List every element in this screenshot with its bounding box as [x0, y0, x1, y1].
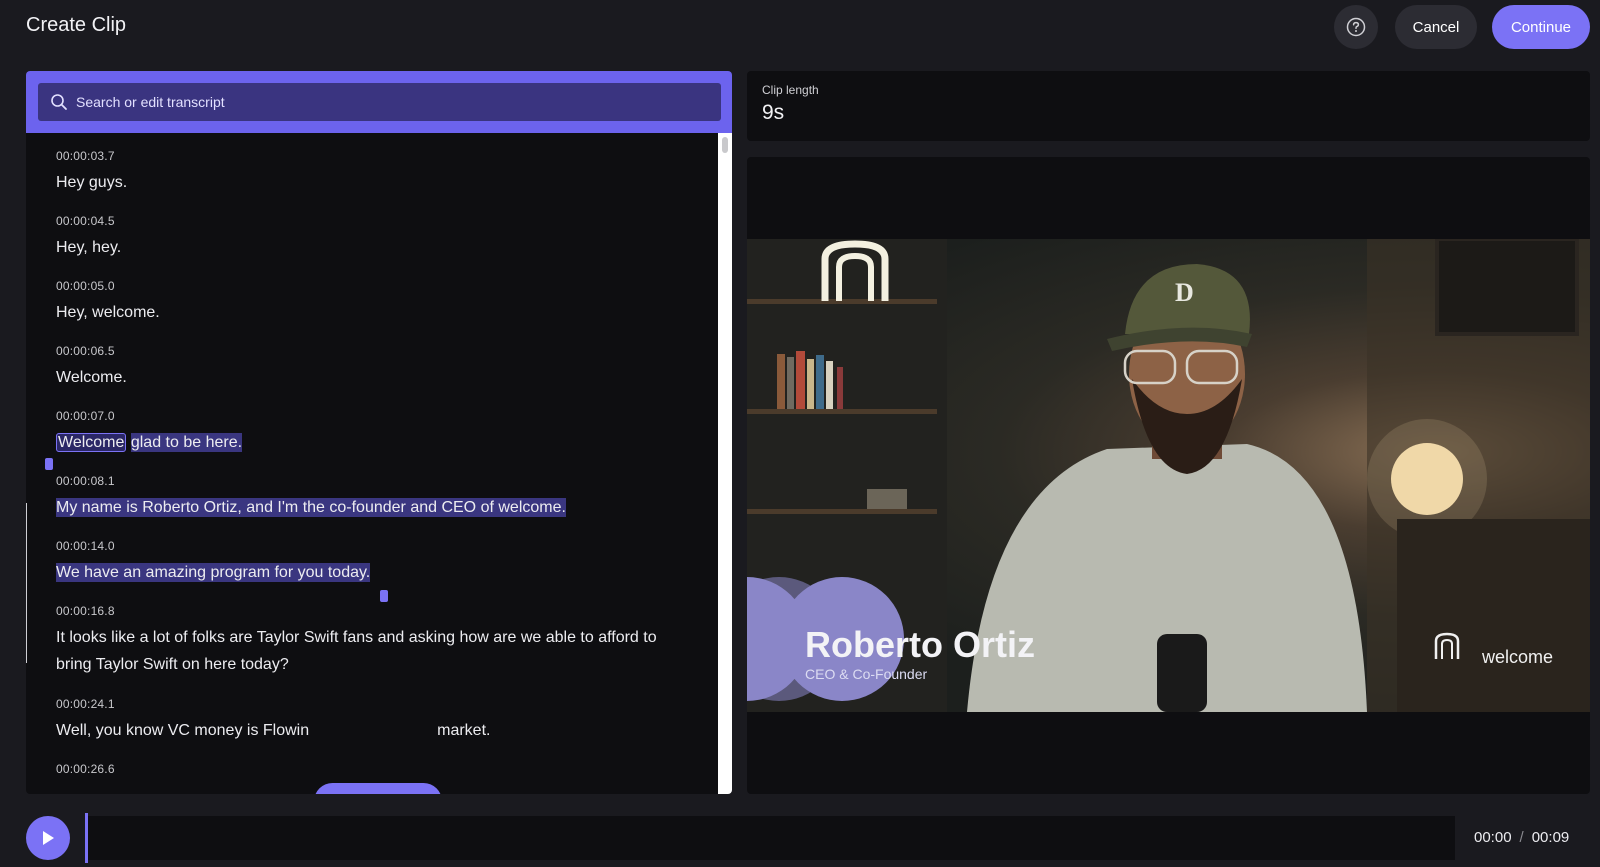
transcript-list[interactable]: 00:00:03.7 Hey guys. 00:00:04.5 Hey, hey… [26, 133, 716, 794]
segment-text[interactable]: It looks like a lot of folks are Taylor … [56, 624, 657, 651]
timeline-track[interactable] [85, 816, 1455, 860]
video-preview[interactable]: D Roberto Ortiz CEO & Co-Founder welcome [747, 239, 1590, 712]
transcript-segment[interactable]: 00:00:06.5 Welcome. [56, 344, 127, 391]
transcript-segment[interactable]: 00:00:26.6 [56, 762, 115, 776]
transcript-panel: 00:00:03.7 Hey guys. 00:00:04.5 Hey, hey… [26, 71, 732, 794]
selected-text[interactable]: glad to be here. [130, 433, 243, 452]
segment-timestamp: 00:00:07.0 [56, 409, 115, 423]
play-button[interactable] [26, 816, 70, 860]
page-title: Create Clip [26, 14, 127, 36]
speaker-title: CEO & Co-Founder [805, 666, 928, 682]
segment-text-before[interactable]: Well, you know VC money is Flowin [56, 722, 309, 739]
time-readout: 00:00 / 00:09 [1474, 829, 1569, 846]
clip-length-panel: Clip length 9s [747, 71, 1590, 141]
scrollbar-track[interactable] [718, 133, 732, 794]
segment-text[interactable]: Hey, hey. [56, 234, 121, 261]
transcript-segment[interactable]: 00:00:04.5 Hey, hey. [56, 214, 121, 261]
continue-button[interactable]: Continue [1492, 5, 1590, 49]
transcript-segment[interactable]: 00:00:03.7 Hey guys. [56, 149, 127, 196]
search-bar [26, 71, 732, 133]
segment-text[interactable]: Hey, welcome. [56, 299, 160, 326]
question-circle-icon [1346, 17, 1366, 37]
segment-timestamp: 00:00:14.0 [56, 539, 115, 553]
player-controls: 00:00 / 00:09 [0, 808, 1600, 867]
play-icon [43, 831, 54, 845]
segment-timestamp: 00:00:06.5 [56, 344, 115, 358]
selection-end-handle[interactable] [380, 590, 388, 602]
search-input[interactable] [76, 94, 696, 110]
segment-text[interactable]: Hey guys. [56, 169, 127, 196]
total-time: 00:09 [1531, 829, 1570, 846]
clip-length-label: Clip length [762, 83, 819, 97]
segment-timestamp: 00:00:16.8 [56, 604, 115, 618]
segment-text-after[interactable]: market. [437, 722, 490, 739]
segment-text[interactable]: We have an amazing program for you today… [56, 559, 371, 586]
segment-timestamp: 00:00:03.7 [56, 149, 115, 163]
transcript-segment[interactable]: 00:00:16.8 It looks like a lot of folks … [56, 604, 657, 678]
segment-text[interactable]: Well, you know VC money is Flowin market. [56, 717, 490, 744]
brand-logo-text: welcome [1482, 647, 1554, 667]
playhead[interactable] [85, 813, 88, 863]
selection-indicator [26, 503, 27, 663]
selection-start-handle[interactable] [45, 458, 53, 470]
header: Create Clip Cancel Continue [0, 0, 1600, 60]
segment-timestamp: 00:00:08.1 [56, 474, 115, 488]
selected-word-start[interactable]: Welcome [56, 433, 127, 452]
current-time: 00:00 [1474, 829, 1512, 846]
clip-length-value: 9s [762, 101, 785, 124]
cancel-button[interactable]: Cancel [1395, 5, 1477, 49]
time-separator: / [1519, 829, 1524, 846]
video-panel: D Roberto Ortiz CEO & Co-Founder welcome [747, 157, 1590, 794]
transcript-segment[interactable]: 00:00:24.1 Well, you know VC money is Fl… [56, 697, 490, 744]
search-box[interactable] [38, 83, 721, 121]
clear-selection-button[interactable]: Clear Selection [314, 783, 442, 794]
transcript-segment[interactable]: 00:00:05.0 Hey, welcome. [56, 279, 160, 326]
search-icon [50, 93, 68, 111]
speaker-name: Roberto Ortiz [805, 624, 1035, 665]
segment-timestamp: 00:00:24.1 [56, 697, 115, 711]
segment-timestamp: 00:00:05.0 [56, 279, 115, 293]
segment-text[interactable]: Welcome glad to be here. [56, 429, 243, 456]
transcript-segment-selected[interactable]: 00:00:07.0 Welcome glad to be here. [56, 409, 243, 456]
scrollbar-thumb[interactable] [722, 137, 728, 153]
segment-text[interactable]: My name is Roberto Ortiz, and I'm the co… [56, 494, 566, 521]
selected-text[interactable]: My name is Roberto Ortiz, and I'm the co… [56, 498, 566, 517]
segment-timestamp: 00:00:26.6 [56, 762, 115, 776]
segment-text[interactable]: Welcome. [56, 364, 127, 391]
svg-text:D: D [1175, 278, 1194, 307]
selected-text[interactable]: We have an amazing program for you today… [56, 563, 371, 582]
transcript-segment-selected[interactable]: 00:00:08.1 My name is Roberto Ortiz, and… [56, 474, 566, 521]
help-button[interactable] [1334, 5, 1378, 49]
segment-timestamp: 00:00:04.5 [56, 214, 115, 228]
segment-text-continued[interactable]: bring Taylor Swift on here today? [56, 651, 657, 678]
transcript-segment-selected[interactable]: 00:00:14.0 We have an amazing program fo… [56, 539, 371, 586]
